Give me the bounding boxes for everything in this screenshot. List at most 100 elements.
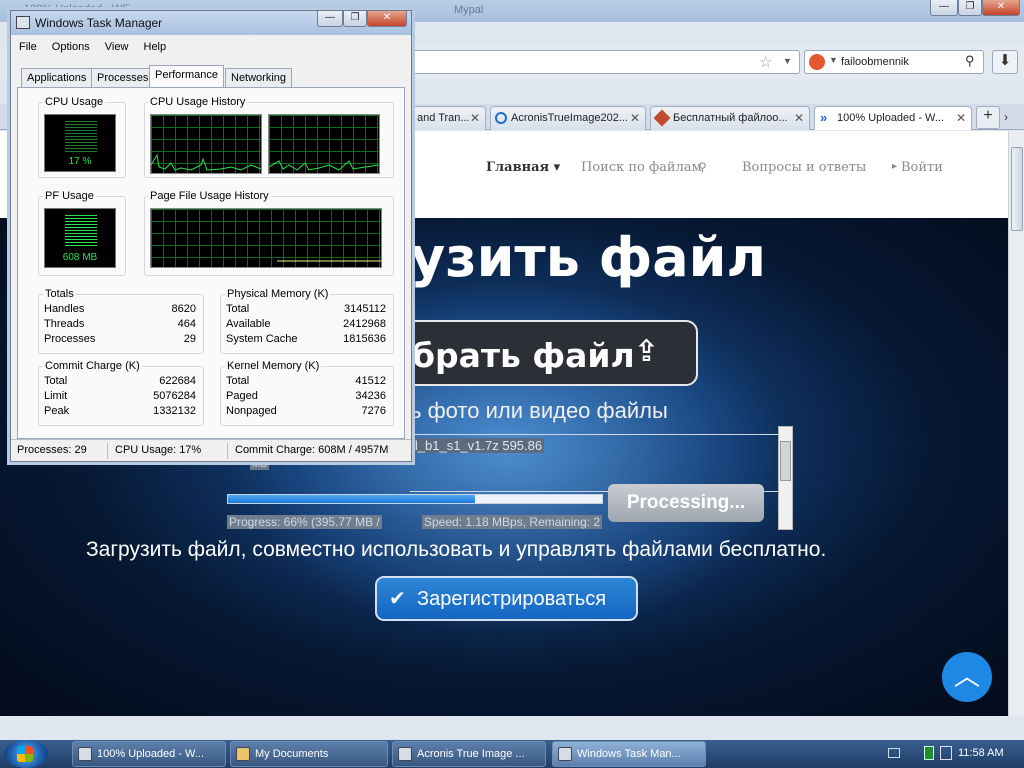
nav-faq[interactable]: Вопросы и ответы: [742, 160, 866, 175]
tab-item[interactable]: and Tran... ✕: [410, 106, 486, 130]
minimize-button[interactable]: —: [930, 0, 958, 16]
register-button[interactable]: ✔ Зарегистрироваться: [375, 576, 638, 621]
tab-active[interactable]: » 100% Uploaded - W... ✕: [814, 106, 972, 130]
cpu-history-label: CPU Usage History: [148, 96, 248, 108]
status-divider: [107, 443, 108, 459]
stat-label: Limit: [44, 390, 68, 402]
tab-item[interactable]: AcronisTrueImage202... ✕: [490, 106, 646, 130]
search-engine-icon[interactable]: [809, 54, 825, 70]
stat-label: Nonpaged: [226, 405, 277, 417]
task-manager-statusbar: Processes: 29 CPU Usage: 17% Commit Char…: [11, 439, 411, 461]
stat-value: 1332132: [153, 405, 196, 417]
stat-row: System Cache 1815636: [226, 333, 386, 345]
speed-text: Speed: 1.18 MBps, Remaining: 2: [422, 515, 603, 529]
totals-label: Totals: [43, 288, 76, 300]
dropdown-arrow-icon[interactable]: ▼: [783, 56, 792, 66]
tray-cpu-meter-icon[interactable]: [924, 746, 934, 760]
windows-logo-icon: [17, 746, 33, 762]
stat-label: Handles: [44, 303, 85, 315]
tray-keyboard-icon[interactable]: [888, 748, 900, 758]
stat-row: Paged 34236: [226, 390, 386, 402]
tm-maximize-button[interactable]: ❐: [343, 11, 367, 27]
pf-history-line: [277, 260, 381, 262]
taskbar-label: Acronis True Image ...: [417, 748, 525, 760]
scrollbar-thumb[interactable]: [1011, 147, 1023, 231]
stat-row: Threads 464: [44, 318, 196, 330]
search-box[interactable]: ▼ failoobmennik ⚲: [804, 50, 984, 74]
choose-file-button[interactable]: брать файл ⇪: [370, 320, 698, 386]
stat-value: 41512: [355, 375, 386, 387]
scroll-thumb[interactable]: [780, 441, 791, 481]
taskbar: 100% Uploaded - W... My Documents Acroni…: [0, 740, 1024, 768]
nav-home[interactable]: Главная ▾: [486, 160, 560, 175]
chevron-up-icon: ︿: [953, 661, 980, 691]
tab-performance[interactable]: Performance: [149, 65, 224, 88]
tm-close-button[interactable]: ✕: [367, 11, 407, 27]
taskbar-label: My Documents: [255, 748, 329, 760]
menu-view[interactable]: View: [105, 41, 129, 53]
task-manager-app-icon: [558, 747, 572, 761]
tab-applications[interactable]: Applications: [21, 68, 93, 88]
close-button[interactable]: ✕: [982, 0, 1020, 16]
register-label: Зарегистрироваться: [417, 588, 607, 610]
pf-history-label: Page File Usage History: [148, 190, 271, 202]
browser-title-mid: Mypal: [454, 4, 484, 16]
close-tab-icon[interactable]: ✕: [794, 111, 804, 125]
stat-row: Available 2412968: [226, 318, 386, 330]
stat-label: Available: [226, 318, 271, 330]
taskbar-task-manager[interactable]: Windows Task Man...: [552, 741, 706, 767]
download-icon[interactable]: ⬇: [992, 50, 1018, 74]
site-favicon-icon: [653, 109, 671, 127]
tab-label: AcronisTrueImage202...: [511, 112, 628, 124]
system-clock[interactable]: 11:58 AM: [958, 747, 1004, 759]
magnifier-icon: ⚲: [698, 160, 707, 174]
taskbar-browser[interactable]: 100% Uploaded - W...: [72, 741, 226, 767]
close-tab-icon[interactable]: ✕: [630, 111, 640, 125]
tab-list-icon[interactable]: ›: [1004, 110, 1008, 124]
new-tab-button[interactable]: +: [976, 106, 1000, 129]
stat-row: Total 3145112: [226, 303, 386, 315]
taskbar-my-documents[interactable]: My Documents: [230, 741, 388, 767]
progress-fill: [228, 495, 475, 503]
engine-dropdown-icon[interactable]: ▼: [829, 55, 838, 65]
login-arrow-icon: ▸: [892, 161, 898, 172]
cpu-gauge: 17 %: [44, 114, 116, 172]
cpu-history-line: [269, 160, 379, 171]
stat-row: Handles 8620: [44, 303, 196, 315]
menu-file[interactable]: File: [19, 41, 37, 53]
chevron-favicon-icon: »: [820, 110, 828, 125]
start-button[interactable]: [4, 740, 48, 768]
nav-login[interactable]: Войти: [901, 160, 943, 175]
folder-icon: [236, 747, 250, 761]
stat-label: Total: [226, 303, 250, 315]
processing-button[interactable]: Processing...: [608, 484, 764, 522]
tab-processes[interactable]: Processes: [91, 68, 155, 88]
close-tab-icon[interactable]: ✕: [956, 111, 966, 125]
stat-label: Paged: [226, 390, 258, 402]
menu-bar: File Options View Help: [19, 41, 166, 53]
cpu-history-line: [151, 153, 261, 171]
taskbar-acronis[interactable]: Acronis True Image ...: [392, 741, 546, 767]
close-tab-icon[interactable]: ✕: [470, 111, 480, 125]
file-list-scrollbar[interactable]: [778, 426, 793, 530]
stat-value: 5076284: [153, 390, 196, 402]
bookmark-star-icon[interactable]: ☆: [759, 53, 772, 71]
search-input[interactable]: failoobmennik: [841, 56, 909, 68]
address-bar[interactable]: ☆ ▼: [410, 50, 800, 74]
scroll-to-top-button[interactable]: ︿: [942, 652, 992, 702]
cpu-gauge-value: 17 %: [68, 156, 92, 167]
maximize-button[interactable]: ❐: [958, 0, 982, 16]
menu-help[interactable]: Help: [144, 41, 167, 53]
search-icon[interactable]: ⚲: [965, 53, 975, 69]
stat-value: 1815636: [343, 333, 386, 345]
tab-networking[interactable]: Networking: [225, 68, 293, 88]
tray-network-icon[interactable]: [940, 746, 952, 760]
pf-usage-label: PF Usage: [43, 190, 96, 202]
page-scrollbar[interactable]: [1008, 131, 1024, 716]
tab-item[interactable]: Бесплатный файлоо... ✕: [650, 106, 810, 130]
menu-options[interactable]: Options: [52, 41, 90, 53]
nav-search-files[interactable]: Поиск по файлам: [581, 160, 702, 175]
task-manager-titlebar: Windows Task Manager — ❐ ✕: [11, 11, 411, 35]
tm-minimize-button[interactable]: —: [317, 11, 343, 27]
browser-app-icon: [78, 747, 92, 761]
